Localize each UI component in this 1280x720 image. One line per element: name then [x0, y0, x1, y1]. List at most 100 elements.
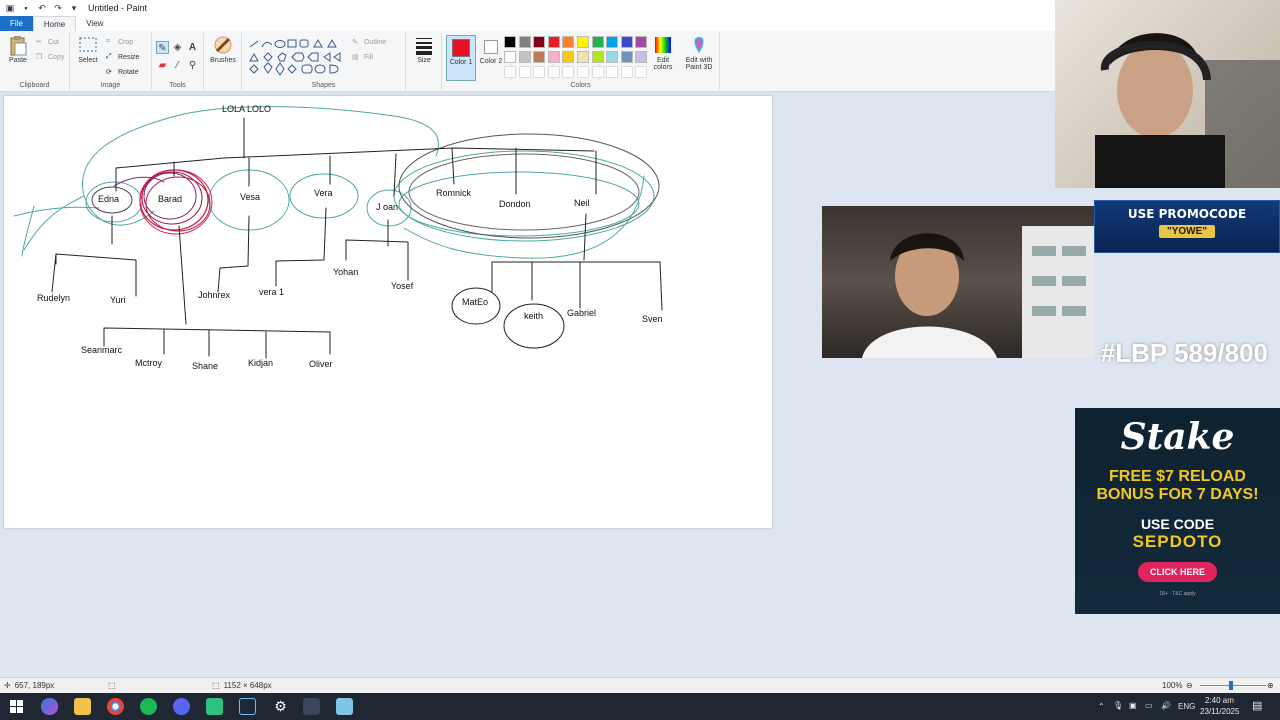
custom-color-slot[interactable] — [591, 66, 604, 78]
brushes-button[interactable]: Brushes — [210, 35, 236, 64]
stake-click-here-button[interactable]: CLICK HERE — [1137, 562, 1217, 582]
palette-swatch[interactable] — [562, 36, 575, 48]
palette-swatch[interactable] — [620, 51, 633, 63]
network-icon[interactable]: ▭ — [1145, 701, 1153, 710]
custom-color-slot[interactable] — [620, 66, 633, 78]
volume-icon[interactable]: 🔊 — [1161, 701, 1171, 710]
shapes-gallery-icon[interactable] — [248, 39, 344, 79]
steam-icon[interactable] — [239, 698, 256, 715]
palette-swatch[interactable] — [533, 51, 546, 63]
palette-swatch[interactable] — [547, 36, 560, 48]
palette-swatch[interactable] — [591, 36, 604, 48]
tray-box-icon[interactable]: ▣ — [1129, 701, 1137, 710]
magnifier-icon[interactable]: ⚲ — [186, 59, 199, 72]
custom-color-slot[interactable] — [504, 66, 516, 78]
palette-swatch[interactable] — [504, 51, 516, 63]
undo-icon[interactable]: ↶ — [36, 2, 48, 14]
cut-button[interactable]: ✂ Cut — [36, 38, 59, 47]
stake-ad[interactable]: Stake FREE $7 RELOAD BONUS FOR 7 DAYS! U… — [1075, 408, 1280, 614]
edit-colors-label: Edit colors — [653, 57, 673, 71]
zoom-slider-thumb[interactable] — [1229, 681, 1233, 690]
size-button[interactable]: Size — [412, 35, 436, 64]
streamer-webcam-image — [1095, 33, 1280, 188]
tree-label: LOLA LOLO — [222, 104, 272, 114]
zoom-readout: 100% — [1162, 681, 1182, 690]
custom-color-slot[interactable] — [518, 66, 531, 78]
paint-taskbar-icon[interactable] — [303, 698, 320, 715]
palette-swatch[interactable] — [620, 36, 633, 48]
fill-bucket-icon[interactable]: ◈ — [171, 41, 184, 54]
mic-icon[interactable]: 🎙 — [1113, 701, 1123, 710]
palette-swatch[interactable] — [577, 51, 589, 63]
tree-label: keith — [524, 311, 544, 321]
stake-fine-print: 18+ · T&C apply — [1159, 591, 1196, 597]
tab-home[interactable]: Home — [32, 16, 77, 31]
custom-color-slot[interactable] — [635, 66, 648, 78]
palette-swatch[interactable] — [591, 51, 604, 63]
copy-button[interactable]: ❐ Copy — [36, 53, 64, 62]
paste-button[interactable]: Paste — [6, 35, 30, 64]
palette-swatch[interactable] — [504, 36, 516, 48]
promo-banner[interactable]: USE PROMOCODE "YOWE" — [1094, 200, 1280, 253]
settings-gear-icon[interactable]: ⚙ — [272, 698, 289, 715]
palette-swatch[interactable] — [562, 51, 575, 63]
canvas-size: ⬚ 1152 × 648px — [212, 681, 272, 690]
color2-button[interactable]: Color 2 — [478, 35, 504, 65]
discord-icon[interactable] — [173, 698, 190, 715]
palette-swatch[interactable] — [518, 36, 531, 48]
drawing-canvas[interactable]: LOLA LOLO Edna Barad Vesa Vera J oan Romnick Do… — [4, 96, 772, 528]
pencil-icon[interactable]: ✎ — [156, 41, 169, 54]
zoom-in-button[interactable]: ⊕ — [1267, 681, 1274, 690]
paint3d-icon — [689, 35, 709, 55]
customize-dropdown-icon[interactable]: ▾ — [68, 2, 80, 14]
rotate-button[interactable]: ⟳ Rotate — [106, 68, 139, 77]
paint3d-button[interactable]: Edit with Paint 3D — [682, 35, 716, 71]
redo-icon[interactable]: ↷ — [52, 2, 64, 14]
file-explorer-icon[interactable] — [74, 698, 91, 715]
palette-swatch[interactable] — [533, 36, 546, 48]
clock-date[interactable]: 23/11/2025 — [1200, 707, 1239, 716]
windows-start-icon[interactable] — [8, 698, 25, 715]
save-icon[interactable]: ▪ — [20, 2, 32, 14]
language-indicator[interactable]: ENG — [1178, 702, 1195, 711]
spotify-icon[interactable] — [140, 698, 157, 715]
notification-icon[interactable]: ▤ — [1252, 699, 1262, 712]
color-picker-icon[interactable]: ⁄ — [171, 59, 184, 72]
select-button[interactable]: Select — [75, 35, 101, 64]
palette-swatch[interactable] — [635, 36, 648, 48]
size-group: Size — [406, 33, 442, 90]
fill-button[interactable]: ▤ Fill — [352, 53, 373, 62]
rotate-icon: ⟳ — [106, 69, 112, 76]
edit-colors-button[interactable]: Edit colors — [650, 35, 676, 71]
clock-time[interactable]: 2:40 am — [1205, 696, 1234, 705]
palette-swatch[interactable] — [577, 36, 589, 48]
tray-chevron-icon[interactable]: ⌃ — [1098, 702, 1105, 711]
resize-button[interactable]: ⤢ Resize — [106, 53, 139, 62]
palette-swatch[interactable] — [606, 51, 619, 63]
palette-swatch[interactable] — [635, 51, 648, 63]
outline-button[interactable]: ✎ Outline — [352, 38, 386, 47]
palette-swatch[interactable] — [518, 51, 531, 63]
tab-file[interactable]: File — [0, 16, 33, 31]
crop-button[interactable]: ⌗ Crop — [106, 38, 133, 47]
zoom-out-button[interactable]: ⊖ — [1186, 681, 1193, 690]
custom-color-slot[interactable] — [606, 66, 619, 78]
copilot-icon[interactable] — [41, 698, 58, 715]
zoom-slider-track[interactable] — [1200, 685, 1266, 686]
color1-button[interactable]: Color 1 — [446, 35, 476, 81]
custom-color-slot[interactable] — [547, 66, 560, 78]
custom-color-slot[interactable] — [533, 66, 546, 78]
custom-color-slot[interactable] — [562, 66, 575, 78]
palette-swatch[interactable] — [547, 51, 560, 63]
app-green-icon[interactable] — [206, 698, 223, 715]
chrome-icon[interactable] — [107, 698, 124, 715]
notepad-taskbar-icon[interactable] — [336, 698, 353, 715]
palette-swatch[interactable] — [606, 36, 619, 48]
eraser-icon[interactable]: ▰ — [156, 59, 169, 72]
color2-swatch — [484, 40, 498, 54]
tab-view[interactable]: View — [76, 16, 113, 31]
brushes-label: Brushes — [210, 57, 236, 64]
custom-color-slot[interactable] — [577, 66, 589, 78]
stake-offer-line1: FREE $7 RELOAD — [1109, 468, 1246, 485]
text-tool-icon[interactable]: A — [186, 41, 199, 54]
